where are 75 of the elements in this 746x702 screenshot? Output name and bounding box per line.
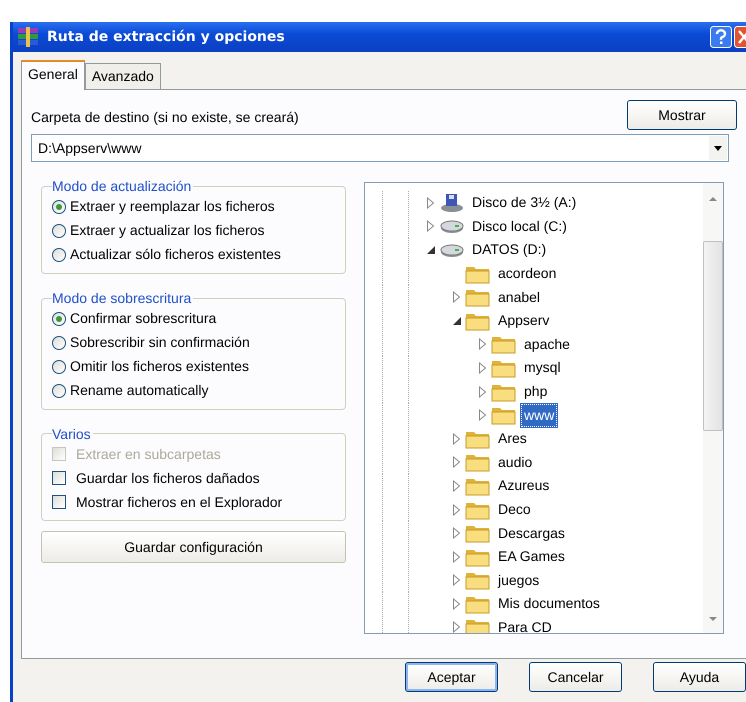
radio-option[interactable]: Extraer y reemplazar los ficheros — [52, 194, 337, 219]
expand-icon[interactable] — [478, 409, 488, 422]
close-icon[interactable] — [734, 26, 746, 48]
collapse-icon[interactable] — [426, 244, 436, 256]
radio-icon[interactable] — [52, 336, 66, 350]
dialog-button[interactable]: Ayuda — [653, 662, 746, 692]
checkbox-option[interactable]: Guardar los ficheros dañados — [52, 466, 337, 490]
radio-option[interactable]: Sobrescribir sin confirmación — [52, 330, 337, 355]
tree-item[interactable]: juegos — [495, 568, 542, 592]
expand-icon[interactable] — [478, 362, 488, 374]
tree-item[interactable]: Deco — [495, 498, 534, 522]
expand-icon[interactable] — [452, 550, 462, 563]
tree-item[interactable]: Ares — [495, 427, 530, 450]
radio-option[interactable]: Omitir los ficheros existentes — [52, 354, 337, 379]
radio-option[interactable]: Extraer y actualizar los ficheros — [52, 218, 337, 243]
tab[interactable]: Avanzado — [84, 63, 161, 89]
radio-icon[interactable] — [52, 312, 66, 326]
radio-option[interactable]: Confirmar sobrescritura — [52, 306, 337, 331]
tree-item[interactable]: Disco local (C:) — [469, 214, 570, 238]
expand-icon[interactable] — [452, 574, 462, 586]
expand-icon[interactable] — [478, 338, 488, 350]
radio-icon[interactable] — [52, 360, 66, 374]
tree-item[interactable]: Descargas — [495, 522, 568, 545]
floppy-disk-icon — [439, 192, 465, 214]
expand-icon[interactable] — [452, 504, 462, 516]
show-button[interactable]: Mostrar — [627, 100, 737, 130]
scroll-up-icon[interactable] — [708, 195, 718, 203]
expand-icon[interactable] — [452, 598, 462, 610]
checkbox-option[interactable]: Mostrar ficheros en el Explorador — [52, 490, 337, 514]
tree-item[interactable]: Mis documentos — [495, 592, 603, 616]
radio-icon[interactable] — [52, 200, 66, 214]
expand-icon[interactable] — [452, 480, 462, 492]
radio-icon[interactable] — [52, 248, 66, 262]
radio-option[interactable]: Actualizar sólo ficheros existentes — [52, 242, 337, 267]
tree-item[interactable]: mysql — [521, 356, 564, 380]
expand-icon[interactable] — [426, 220, 436, 232]
help-icon[interactable] — [710, 26, 732, 48]
tree-item[interactable]: EA Games — [495, 545, 568, 568]
tree-item[interactable]: audio — [495, 450, 536, 474]
expand-icon[interactable] — [426, 196, 436, 209]
save-settings-button[interactable]: Guardar configuración — [41, 531, 346, 564]
expand-icon[interactable] — [452, 432, 462, 445]
dialog-button[interactable]: Cancelar — [529, 662, 622, 692]
tree-item[interactable]: apache — [521, 332, 573, 356]
expand-icon[interactable] — [452, 456, 462, 468]
app-icon — [17, 27, 39, 47]
tree-item[interactable]: DATOS (D:) — [469, 238, 550, 262]
tree-item[interactable]: Appserv — [495, 309, 552, 332]
tree-item[interactable]: acordeon — [495, 262, 560, 286]
tree-item[interactable]: Para CD — [495, 616, 555, 633]
group-title: Modo de sobrescritura — [52, 290, 192, 307]
expand-icon[interactable] — [452, 527, 462, 540]
radio-option[interactable]: Rename automatically — [52, 378, 337, 403]
group-title: Modo de actualización — [52, 178, 192, 195]
checkbox[interactable] — [52, 495, 66, 510]
window-title: Ruta de extracción y opciones — [47, 28, 285, 46]
expand-icon[interactable] — [452, 621, 462, 633]
destination-combo[interactable]: D:\Appserv\www — [31, 134, 729, 162]
expand-icon[interactable] — [452, 291, 462, 304]
radio-icon[interactable] — [52, 384, 66, 398]
tree-item[interactable]: Disco de 3½ (A:) — [469, 191, 580, 214]
radio-icon[interactable] — [52, 224, 66, 238]
scroll-down-icon[interactable] — [708, 615, 718, 623]
dialog-button[interactable]: Aceptar — [405, 662, 498, 692]
tree-item[interactable]: anabel — [495, 286, 544, 309]
tree-item[interactable]: php — [521, 380, 550, 404]
expand-icon[interactable] — [478, 386, 488, 398]
field-label: Carpeta de destino (si no existe, se creará) — [31, 108, 299, 127]
tree-item[interactable]: Azureus — [495, 474, 552, 498]
tree-item[interactable]: www — [521, 404, 558, 427]
group-title: Varios — [52, 426, 92, 442]
checkbox[interactable] — [52, 471, 66, 486]
scrollbar-thumb[interactable] — [703, 241, 723, 431]
tab[interactable]: General — [21, 60, 85, 90]
collapse-icon[interactable] — [452, 314, 462, 327]
